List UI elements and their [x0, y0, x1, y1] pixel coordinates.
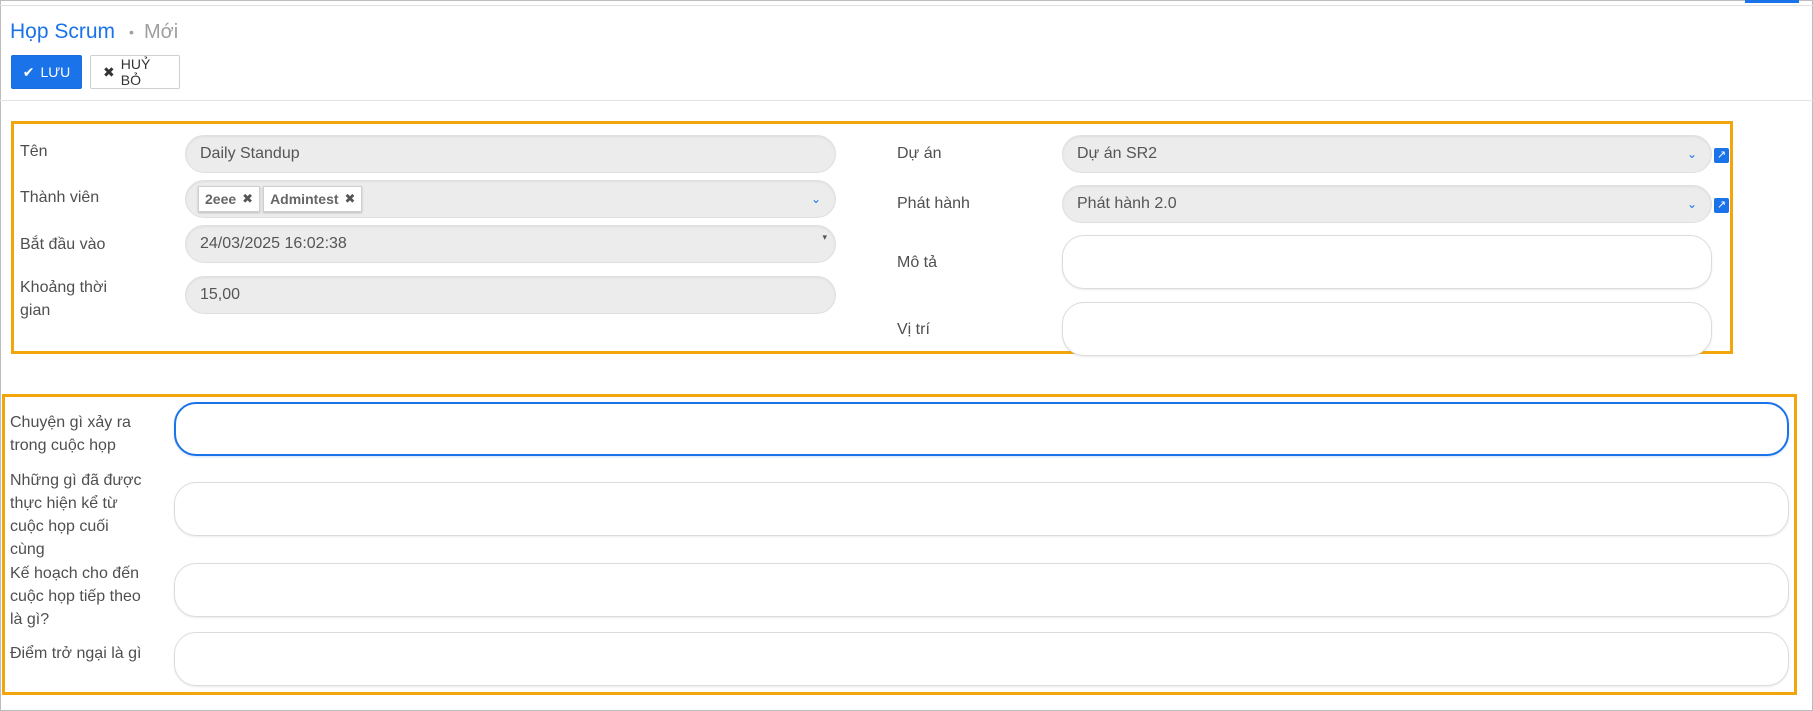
q1-input[interactable]	[174, 402, 1789, 456]
name-label: Tên	[20, 143, 48, 160]
save-button[interactable]: ✔ LƯU	[11, 55, 82, 89]
external-link-icon[interactable]: ↗	[1714, 198, 1729, 213]
q3-input[interactable]	[174, 563, 1789, 617]
chevron-down-icon[interactable]: ⌄	[811, 192, 821, 206]
name-input[interactable]: Daily Standup	[185, 135, 836, 173]
q3-label: Kế hoạch cho đến cuộc họp tiếp theo là g…	[10, 565, 141, 628]
external-link-icon[interactable]: ↗	[1714, 148, 1729, 163]
remove-tag-icon[interactable]: ✖	[345, 191, 356, 207]
q4-label: Điểm trở ngại là gì	[10, 645, 142, 662]
remove-tag-icon[interactable]: ✖	[242, 191, 253, 207]
start-value: 24/03/2025 16:02:38	[200, 235, 347, 252]
q2-input[interactable]	[174, 482, 1789, 536]
breadcrumb-link-scrum-meeting[interactable]: Họp Scrum	[10, 18, 115, 46]
location-input[interactable]	[1062, 302, 1712, 356]
breadcrumb-separator: •	[129, 24, 134, 40]
release-select[interactable]: Phát hành 2.0 ⌄	[1062, 185, 1712, 223]
project-label: Dự án	[897, 145, 942, 162]
check-icon: ✔	[22, 63, 35, 80]
chevron-down-icon[interactable]: ⌄	[1687, 197, 1697, 211]
duration-label: Khoảng thời gian	[20, 279, 107, 319]
member-tag: Admintest ✖	[263, 186, 363, 212]
members-label: Thành viên	[20, 189, 100, 206]
top-bar	[0, 0, 1813, 6]
cancel-button-label: HUỶ BỎ	[120, 56, 151, 88]
start-label: Bắt đầu vào	[20, 236, 106, 253]
description-input[interactable]	[1062, 235, 1712, 289]
header-divider	[0, 100, 1813, 101]
project-value: Dự án SR2	[1077, 145, 1158, 162]
breadcrumb-current: Mới	[143, 21, 179, 43]
duration-input[interactable]: 15,00	[185, 276, 836, 314]
location-label: Vị trí	[897, 321, 930, 338]
close-icon: ✖	[103, 63, 115, 80]
release-label: Phát hành	[897, 195, 970, 212]
chevron-down-icon[interactable]: ⌄	[1687, 147, 1697, 161]
member-tag: 2eee ✖	[198, 186, 261, 212]
release-value: Phát hành 2.0	[1077, 195, 1177, 212]
project-select[interactable]: Dự án SR2 ⌄	[1062, 135, 1712, 173]
member-tag-label: Admintest	[270, 191, 339, 207]
breadcrumb: Họp Scrum • Mới	[10, 18, 178, 46]
q1-label: Chuyện gì xảy ra trong cuộc họp	[10, 414, 131, 454]
members-input[interactable]: 2eee ✖ Admintest ✖ ⌄	[185, 180, 836, 218]
q4-input[interactable]	[174, 632, 1789, 686]
toolbar: ✔ LƯU ✖ HUỶ BỎ	[11, 55, 180, 89]
name-value: Daily Standup	[200, 145, 300, 162]
member-tag-label: 2eee	[205, 191, 237, 207]
start-datetime-input[interactable]: 24/03/2025 16:02:38 ▾	[185, 225, 836, 263]
top-accent	[1745, 0, 1799, 3]
cancel-button[interactable]: ✖ HUỶ BỎ	[90, 55, 180, 89]
save-button-label: LƯU	[40, 64, 71, 80]
caret-down-icon[interactable]: ▾	[822, 232, 827, 243]
duration-value: 15,00	[200, 286, 241, 303]
q2-label: Những gì đã được thực hiện kể từ cuộc họ…	[10, 472, 142, 558]
description-label: Mô tả	[897, 254, 938, 271]
